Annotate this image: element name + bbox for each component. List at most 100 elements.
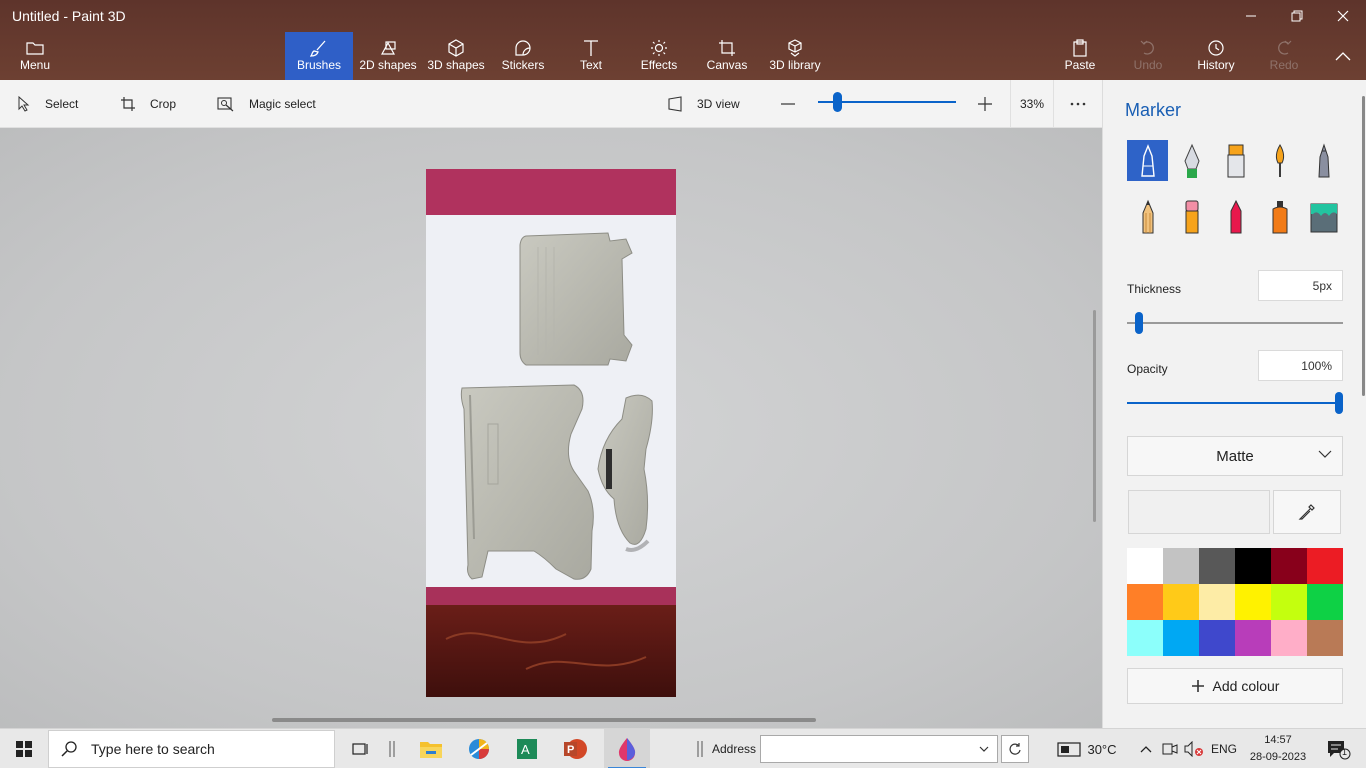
color-swatch[interactable] [1199,620,1235,656]
color-swatch[interactable] [1307,584,1343,620]
canvas-image[interactable] [426,169,676,697]
crop-tool[interactable]: Crop [120,80,176,128]
paint3d-icon [618,738,636,761]
brush-icon [308,38,330,58]
thickness-slider-thumb[interactable] [1135,312,1143,334]
notifications-button[interactable]: 1 [1318,729,1358,768]
color-swatch[interactable] [1307,620,1343,656]
tab-text[interactable]: Text [571,32,611,80]
eyedropper-button[interactable] [1273,490,1341,534]
notification-icon [1328,741,1351,760]
color-swatch[interactable] [1163,548,1199,584]
select-tool[interactable]: Select [17,80,78,128]
grip-icon [697,741,703,757]
brush-spray-can[interactable] [1259,196,1300,237]
brush-pixel-pen[interactable] [1303,140,1344,181]
zoom-percentage[interactable]: 33% [1010,80,1054,128]
toolbar-grip[interactable] [386,729,398,768]
tab-effects[interactable]: Effects [636,32,682,80]
language-indicator[interactable]: ENG [1208,729,1240,768]
color-swatch[interactable] [1199,584,1235,620]
address-input[interactable] [760,735,998,763]
tab-stickers[interactable]: Stickers [497,32,549,80]
app-color-button[interactable] [456,729,502,768]
tab-3d-shapes[interactable]: 3D shapes [425,32,487,80]
tab-3d-library[interactable]: 3D library [767,32,823,80]
menu-button[interactable]: Menu [12,32,58,80]
current-color-preview[interactable] [1128,490,1270,534]
weather-widget[interactable]: 30°C [1052,729,1122,768]
zoom-slider-thumb[interactable] [833,92,842,112]
color-swatch[interactable] [1127,620,1163,656]
zoom-out-button[interactable] [780,80,796,128]
color-swatch[interactable] [1307,548,1343,584]
paste-button[interactable]: Paste [1062,32,1098,80]
color-swatch[interactable] [1271,584,1307,620]
color-swatch[interactable] [1163,620,1199,656]
fill-bucket-icon [1310,203,1337,232]
redo-button[interactable]: Redo [1266,32,1302,80]
file-explorer-button[interactable] [408,729,454,768]
color-swatch[interactable] [1235,620,1271,656]
minimize-button[interactable] [1228,0,1274,32]
more-options-button[interactable] [1070,80,1086,128]
history-button[interactable]: History [1193,32,1239,80]
color-swatch[interactable] [1271,620,1307,656]
clock[interactable]: 14:57 28-09-2023 [1248,732,1308,766]
plus-icon [1191,680,1204,692]
zoom-in-button[interactable] [977,80,993,128]
opacity-slider-track[interactable] [1127,402,1339,404]
finish-dropdown[interactable]: Matte [1127,436,1343,476]
camera-tray-icon[interactable] [1158,729,1182,768]
horizontal-scrollbar[interactable] [272,718,816,722]
color-swatch[interactable] [1127,548,1163,584]
add-colour-label: Add colour [1212,678,1280,694]
start-button[interactable] [0,729,48,768]
color-swatch[interactable] [1235,548,1271,584]
minimize-icon [1246,15,1256,17]
tab-canvas-label: Canvas [706,58,748,72]
thickness-input[interactable]: 5px [1258,270,1343,301]
opacity-slider-thumb[interactable] [1335,392,1343,414]
color-swatch[interactable] [1163,584,1199,620]
app-excel-button[interactable]: A [504,729,550,768]
close-button[interactable] [1320,0,1366,32]
undo-button[interactable]: Undo [1130,32,1166,80]
add-colour-button[interactable]: Add colour [1127,668,1343,704]
magic-select-tool[interactable]: Magic select [217,80,316,128]
vertical-scrollbar[interactable] [1093,310,1096,522]
collapse-ribbon-button[interactable] [1320,40,1366,72]
brush-fill[interactable] [1303,196,1344,237]
tray-overflow-button[interactable] [1136,729,1156,768]
3d-view-toggle[interactable]: 3D view [667,80,740,128]
chevron-up-icon [1140,746,1152,753]
brush-watercolor[interactable] [1259,140,1300,181]
color-swatch[interactable] [1235,584,1271,620]
taskbar-search[interactable]: Type here to search [48,730,335,768]
brush-pencil[interactable] [1127,196,1168,237]
volume-tray-icon[interactable] [1182,729,1206,768]
task-view-button[interactable] [346,729,376,768]
tab-brushes[interactable]: Brushes [285,32,353,80]
app-powerpoint-button[interactable]: P [552,729,598,768]
brush-calligraphy-pen[interactable] [1171,140,1212,181]
address-refresh-button[interactable] [1001,735,1029,763]
restore-button[interactable] [1274,0,1320,32]
panel-scrollbar[interactable] [1362,96,1365,396]
opacity-input[interactable]: 100% [1258,350,1343,381]
brush-marker[interactable] [1127,140,1168,181]
color-swatch[interactable] [1199,548,1235,584]
window-title: Untitled - Paint 3D [12,8,126,24]
tab-2d-shapes[interactable]: 2D shapes [357,32,419,80]
app-paint3d-button[interactable] [604,729,650,768]
thickness-slider-track[interactable] [1127,322,1343,324]
brush-eraser[interactable] [1171,196,1212,237]
address-grip[interactable] [694,729,706,768]
brush-crayon[interactable] [1215,196,1256,237]
brush-oil[interactable] [1215,140,1256,181]
address-label: Address [712,742,757,756]
color-swatch[interactable] [1127,584,1163,620]
tab-canvas[interactable]: Canvas [704,32,750,80]
color-swatch[interactable] [1271,548,1307,584]
tool-options-bar: Select Crop Magic select 3D view [0,80,1103,128]
